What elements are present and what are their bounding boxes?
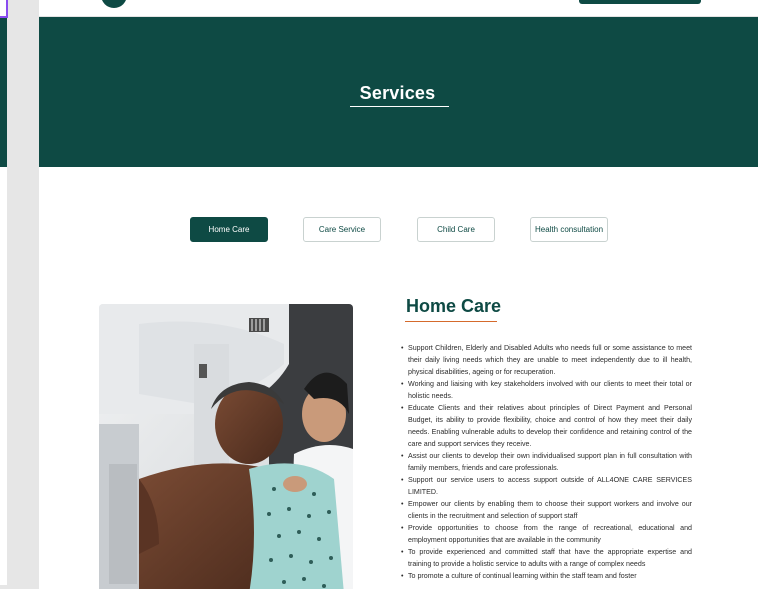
- left-edge-strip: [0, 17, 7, 167]
- header-cta-button[interactable]: [579, 0, 701, 4]
- selection-marker: [0, 0, 8, 18]
- list-item: To provide experienced and committed sta…: [401, 546, 692, 570]
- logo-icon[interactable]: [101, 0, 127, 8]
- left-gutter: [7, 0, 39, 589]
- list-item: Working and liaising with key stakeholde…: [401, 378, 692, 402]
- page-title: Services: [359, 83, 436, 103]
- list-item: Assist our clients to develop their own …: [401, 450, 692, 474]
- list-item: Support Children, Elderly and Disabled A…: [401, 342, 692, 378]
- tab-care-service[interactable]: Care Service: [303, 217, 381, 242]
- content-title: Home Care: [406, 296, 502, 316]
- services-hero: Services: [39, 17, 758, 167]
- tab-home-care[interactable]: Home Care: [190, 217, 268, 242]
- tab-child-care[interactable]: Child Care: [417, 217, 495, 242]
- mammography-photo-illustration: [99, 304, 353, 589]
- content-title-underline: [405, 321, 497, 322]
- site-header: [39, 0, 758, 17]
- list-item: To promote a culture of continual learni…: [401, 570, 692, 582]
- left-edge-footer: [0, 585, 7, 589]
- page: Services Home Care Care Service Child Ca…: [0, 0, 758, 589]
- service-bullet-list: Support Children, Elderly and Disabled A…: [401, 342, 692, 582]
- list-item: Support our service users to access supp…: [401, 474, 692, 498]
- title-underline: [350, 106, 449, 107]
- tab-health-consultation[interactable]: Health consultation: [530, 217, 608, 242]
- service-photo: [99, 304, 353, 589]
- list-item: Provide opportunities to choose from the…: [401, 522, 692, 546]
- list-item: Empower our clients by enabling them to …: [401, 498, 692, 522]
- list-item: Educate Clients and their relatives abou…: [401, 402, 692, 450]
